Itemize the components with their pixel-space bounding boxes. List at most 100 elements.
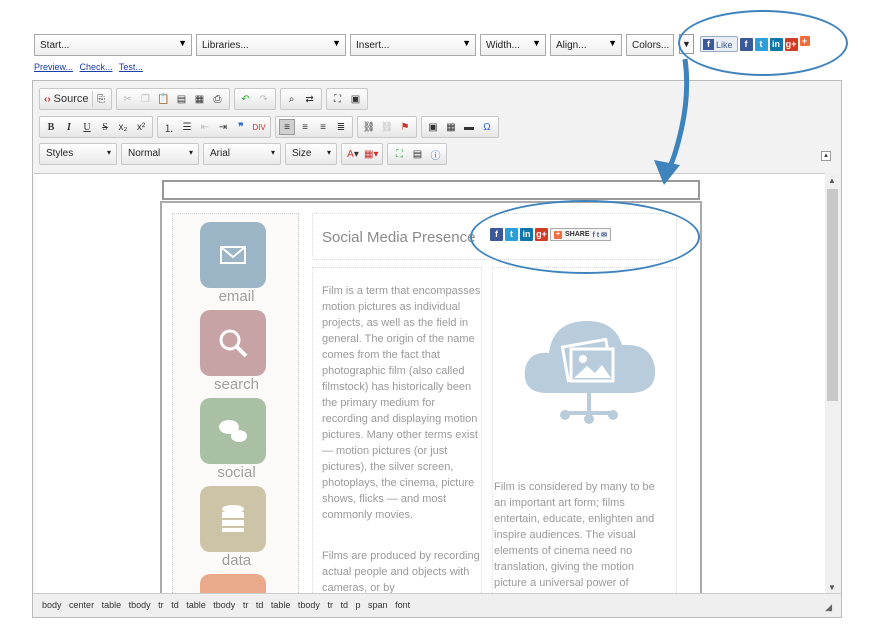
path-item[interactable]: table [186,600,206,610]
superscript-icon[interactable]: x² [133,119,149,135]
path-item[interactable]: td [171,600,179,610]
anchor-icon[interactable]: ⚑ [397,119,413,135]
bg-color-icon[interactable]: ▦▾ [363,146,379,162]
show-blocks-icon[interactable]: ⛶ [391,146,407,162]
highlight-ellipse-content [470,200,700,274]
path-item[interactable]: table [102,600,122,610]
path-item[interactable]: p [356,600,361,610]
preview-link[interactable]: Preview... [34,62,73,72]
align-right-icon[interactable]: ≡ [315,119,331,135]
align-select[interactable]: Align... ▼ [550,34,622,56]
search-icon [200,310,266,376]
font-combo[interactable]: Arial ▾ [203,143,281,165]
indent-icon[interactable]: ⇥ [215,119,231,135]
blockquote-icon[interactable]: ❞ [233,119,249,135]
path-item[interactable]: td [340,600,348,610]
insert-group: ▣ ▦ ▬ Ω [421,116,499,138]
link-icon[interactable]: ⛓ [361,119,377,135]
path-item[interactable]: td [256,600,264,610]
insert-select[interactable]: Insert... ▼ [350,34,476,56]
path-item[interactable]: table [271,600,291,610]
scroll-up-icon[interactable]: ▲ [828,176,836,185]
maximize-icon[interactable]: ⛶ [330,91,346,107]
about-icon[interactable]: ⓘ [427,146,443,162]
outdent-icon[interactable]: ⇤ [197,119,213,135]
path-item[interactable]: body [42,600,62,610]
path-item[interactable]: tr [243,600,249,610]
horizontal-rule-icon[interactable]: ▬ [461,119,477,135]
scrollbar-thumb[interactable] [827,189,838,401]
colors-select[interactable]: Colors... [626,34,674,56]
insert-image-icon[interactable]: ▣ [425,119,441,135]
editor-content-area[interactable]: email search social data Social Media Pr… [34,173,826,595]
path-item[interactable]: tr [158,600,164,610]
source-button[interactable]: ‹› Source [43,91,90,107]
paste-word-icon[interactable]: ▦ [192,91,208,107]
path-item[interactable]: tbody [129,600,151,610]
tile-label-email: email [218,288,255,305]
email-icon [200,222,266,288]
vertical-scrollbar[interactable]: ▲ ▼ [825,173,840,595]
chevron-down-icon: ▼ [462,38,471,48]
image-icon[interactable]: ▣ [348,91,364,107]
resize-grip-icon[interactable]: ◢ [825,602,832,613]
path-item[interactable]: tr [327,600,333,610]
source-group: ‹› Source ⎘ [39,88,112,110]
path-item[interactable]: center [69,600,94,610]
styles-combo[interactable]: Styles ▾ [39,143,117,165]
test-link[interactable]: Test... [119,62,143,72]
element-path-bar: body center table tbody tr td table tbod… [33,593,841,617]
undo-icon[interactable]: ↶ [238,91,254,107]
new-page-icon[interactable]: ⎘ [91,91,108,107]
underline-button[interactable]: U [79,119,95,135]
copy-icon[interactable]: ❐ [138,91,154,107]
print-icon[interactable]: ⎙ [210,91,226,107]
scroll-down-icon[interactable]: ▼ [828,583,836,592]
align-group: ≡ ≡ ≡ ≣ [275,116,353,138]
start-select[interactable]: Start... ▼ [34,34,192,56]
width-select[interactable]: Width... ▼ [480,34,546,56]
left-paragraph: Film is a term that encompasses motion p… [322,285,481,521]
chevron-down-icon: ▾ [106,148,111,157]
numbered-list-icon[interactable]: ⒈ [161,119,177,135]
italic-button[interactable]: I [61,119,77,135]
path-item[interactable]: tbody [298,600,320,610]
collapse-toolbar-button[interactable]: ▴ [821,151,831,161]
check-link[interactable]: Check... [80,62,113,72]
left-paragraph-2: Films are produced by recording actual p… [322,550,480,594]
paste-text-icon[interactable]: ▤ [174,91,190,107]
chevron-down-icon: ▾ [270,148,275,157]
strike-button[interactable]: S [97,119,113,135]
find-icon[interactable]: ⌕ [284,91,300,107]
path-item[interactable]: span [368,600,388,610]
table-icon[interactable]: ▦ [443,119,459,135]
path-item[interactable]: tbody [213,600,235,610]
bullet-list-icon[interactable]: ☰ [179,119,195,135]
right-paragraph: Film is considered by many to be an impo… [494,481,655,589]
align-justify-icon[interactable]: ≣ [333,119,349,135]
subscript-icon[interactable]: x₂ [115,119,131,135]
icon-column: email search social data [172,213,299,595]
size-combo[interactable]: Size ▾ [285,143,337,165]
align-center-icon[interactable]: ≡ [297,119,313,135]
paste-icon[interactable]: 📋 [156,91,172,107]
clipboard-group: ✂ ❐ 📋 ▤ ▦ ⎙ [115,88,230,110]
partial-tile-icon [200,574,266,595]
redo-icon[interactable]: ↷ [256,91,272,107]
libraries-select[interactable]: Libraries... ▼ [196,34,346,56]
text-color-icon[interactable]: A ▾ [345,146,361,162]
cut-icon[interactable]: ✂ [120,91,136,107]
create-div-icon[interactable]: DIV [251,119,267,135]
path-item[interactable]: font [395,600,410,610]
social-icon [200,398,266,464]
preview-icon[interactable]: ▤ [409,146,425,162]
replace-icon[interactable]: ⇄ [302,91,318,107]
unlink-icon[interactable]: ⛓ [379,119,395,135]
bold-button[interactable]: B [43,119,59,135]
align-left-icon[interactable]: ≡ [279,119,295,135]
view-group: ⛶ ▣ [325,88,368,110]
rich-text-editor: ‹› Source ⎘ ✂ ❐ 📋 ▤ ▦ ⎙ ↶ ↷ ⌕ ⇄ ⛶ ▣ B I U [32,80,842,618]
special-char-icon[interactable]: Ω [479,119,495,135]
source-icon: ‹› [44,93,51,105]
format-combo[interactable]: Normal ▾ [121,143,199,165]
